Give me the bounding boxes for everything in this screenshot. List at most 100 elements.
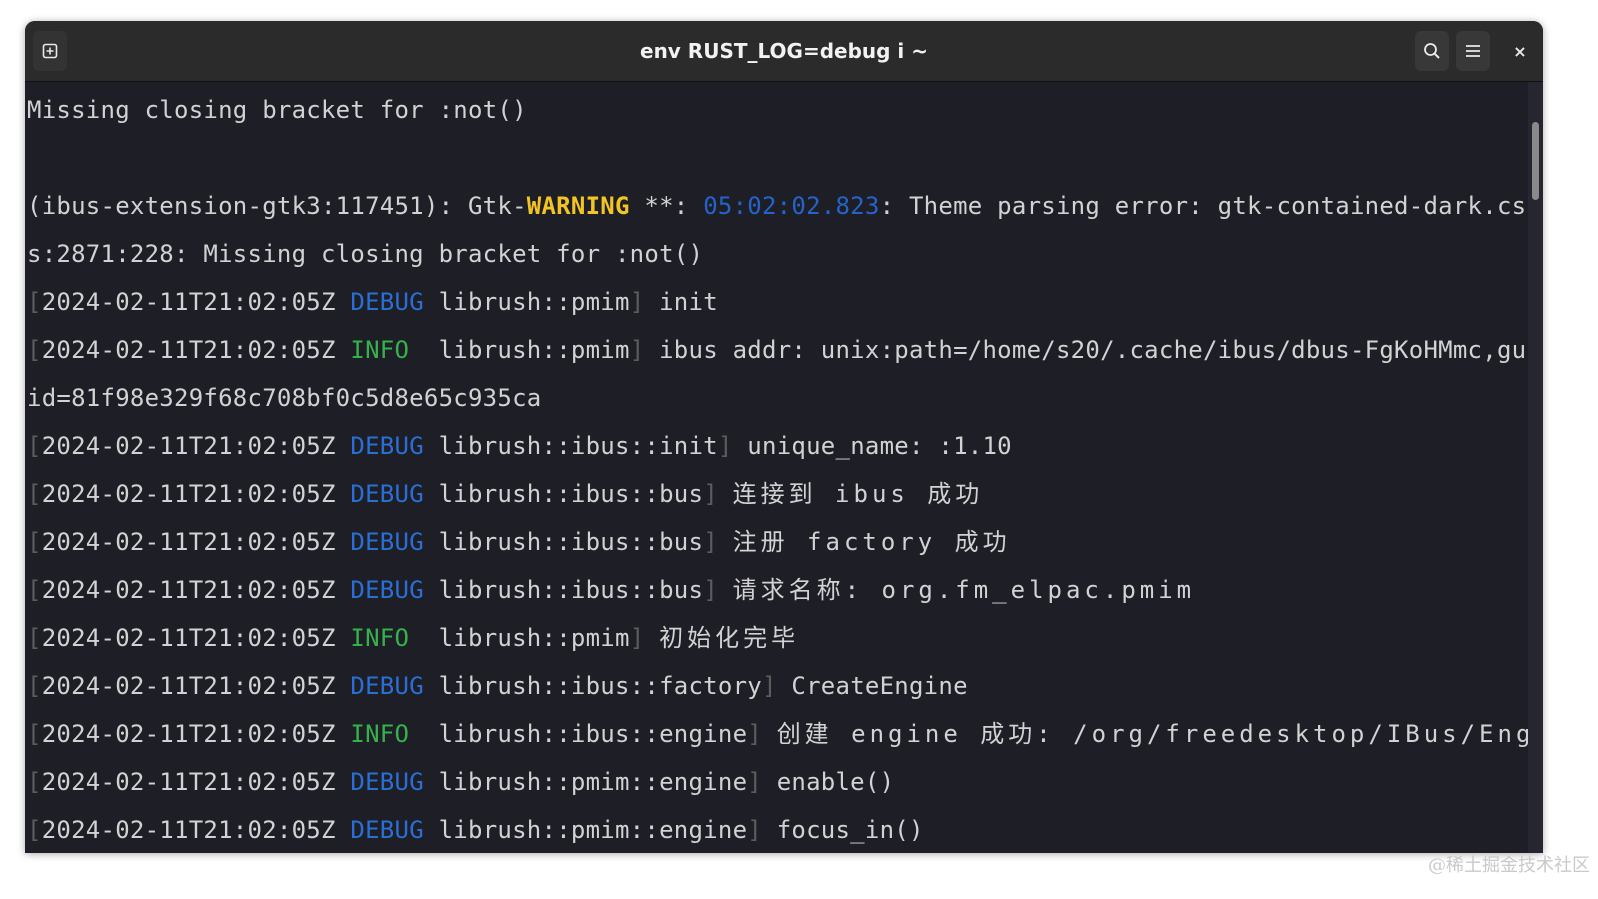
- search-button[interactable]: [1415, 31, 1449, 71]
- log-timestamp: 2024-02-11T21:02:05Z: [41, 288, 336, 316]
- terminal-line: [2024-02-11T21:02:05Z DEBUG librush::pmi…: [27, 278, 718, 326]
- terminal-line: [2024-02-11T21:02:05Z DEBUG librush::ibu…: [27, 662, 968, 710]
- terminal-line: (ibus-extension-gtk3:117451): Gtk-WARNIN…: [27, 182, 1526, 230]
- terminal-line: [2024-02-11T21:02:05Z DEBUG librush::ibu…: [27, 470, 983, 518]
- terminal-line: [2024-02-11T21:02:05Z DEBUG librush::ibu…: [27, 566, 1195, 614]
- log-level: DEBUG: [350, 576, 424, 604]
- plain-text: id=81f98e329f68c708bf0c5d8e65c935ca: [27, 384, 542, 412]
- plain-text: s:2871:228: Missing closing bracket for …: [27, 240, 704, 268]
- log-module: librush::ibus::engine: [438, 720, 748, 748]
- open-bracket: [: [27, 672, 42, 700]
- log-timestamp: 2024-02-11T21:02:05Z: [41, 816, 336, 844]
- log-level: DEBUG: [350, 288, 424, 316]
- terminal-window: env RUST_LOG=debug i ~ × Missing closing…: [25, 21, 1543, 853]
- log-module: librush::pmim::engine: [438, 816, 748, 844]
- close-bracket: ]: [747, 816, 762, 844]
- scrollbar-thumb[interactable]: [1532, 122, 1539, 200]
- gtk-prefix: (ibus-extension-gtk3:117451): Gtk-: [27, 192, 527, 220]
- terminal-line: [2024-02-11T21:02:05Z DEBUG librush::pmi…: [27, 758, 894, 806]
- terminal-line: [2024-02-11T21:02:05Z DEBUG librush::pmi…: [27, 806, 924, 853]
- close-bracket: ]: [747, 768, 762, 796]
- log-message: 初始化完毕: [659, 624, 800, 652]
- terminal-line: [2024-02-11T21:02:05Z INFO librush::pmim…: [27, 614, 799, 662]
- log-timestamp: 2024-02-11T21:02:05Z: [41, 672, 336, 700]
- log-message: 注册 factory 成功: [732, 528, 1011, 556]
- window-title: env RUST_LOG=debug i ~: [640, 39, 928, 63]
- log-message: enable(): [776, 768, 895, 796]
- terminal-line: [2024-02-11T21:02:05Z DEBUG librush::ibu…: [27, 518, 1011, 566]
- log-level: DEBUG: [350, 528, 424, 556]
- open-bracket: [: [27, 720, 42, 748]
- open-bracket: [: [27, 576, 42, 604]
- warning-label: WARNING: [526, 192, 630, 220]
- log-level: DEBUG: [350, 480, 424, 508]
- open-bracket: [: [27, 768, 42, 796]
- log-message: 请求名称: org.fm_elpac.pmim: [732, 576, 1196, 604]
- log-level: INFO: [350, 624, 410, 652]
- search-icon: [1423, 42, 1441, 60]
- close-icon: ×: [1513, 41, 1527, 61]
- log-module: librush::ibus::factory: [438, 672, 762, 700]
- log-message: CreateEngine: [791, 672, 968, 700]
- gtk-time: 05:02:02.823: [703, 192, 880, 220]
- terminal-line: s:2871:228: Missing closing bracket for …: [27, 230, 703, 278]
- log-level: DEBUG: [350, 432, 424, 460]
- close-bracket: ]: [761, 672, 777, 700]
- close-bracket: ]: [717, 432, 733, 460]
- open-bracket: [: [27, 624, 42, 652]
- open-bracket: [: [27, 816, 42, 844]
- close-bracket: ]: [629, 336, 645, 364]
- log-level: DEBUG: [350, 768, 424, 796]
- terminal-output[interactable]: Missing closing bracket for :not() (ibus-…: [25, 82, 1528, 853]
- close-button[interactable]: ×: [1503, 31, 1537, 71]
- close-bracket: ]: [629, 624, 645, 652]
- log-level: DEBUG: [350, 672, 424, 700]
- menu-button[interactable]: [1456, 31, 1490, 71]
- log-message: unique_name: :1.10: [747, 432, 1012, 460]
- gtk-message: : Theme parsing error: gtk-contained-dar…: [879, 192, 1527, 220]
- title-bar: env RUST_LOG=debug i ~ ×: [25, 21, 1543, 82]
- log-module: librush::pmim: [438, 336, 630, 364]
- log-timestamp: 2024-02-11T21:02:05Z: [41, 336, 336, 364]
- scrollbar[interactable]: [1528, 82, 1543, 853]
- log-message: ibus addr: unix:path=/home/s20/.cache/ib…: [659, 336, 1527, 364]
- log-level: INFO: [350, 720, 410, 748]
- log-message: 连接到 ibus 成功: [732, 480, 984, 508]
- hamburger-menu-icon: [1465, 44, 1481, 58]
- terminal-line: id=81f98e329f68c708bf0c5d8e65c935ca: [27, 374, 541, 422]
- log-module: librush::ibus::init: [438, 432, 718, 460]
- log-level: DEBUG: [350, 816, 424, 844]
- close-bracket: ]: [747, 720, 762, 748]
- log-module: librush::ibus::bus: [438, 528, 704, 556]
- plain-text: Missing closing bracket for :not(): [27, 96, 527, 124]
- log-message: 创建 engine 成功: /org/freedesktop/IBus/Engi…: [776, 720, 1528, 748]
- log-timestamp: 2024-02-11T21:02:05Z: [41, 720, 336, 748]
- log-message: init: [659, 288, 718, 316]
